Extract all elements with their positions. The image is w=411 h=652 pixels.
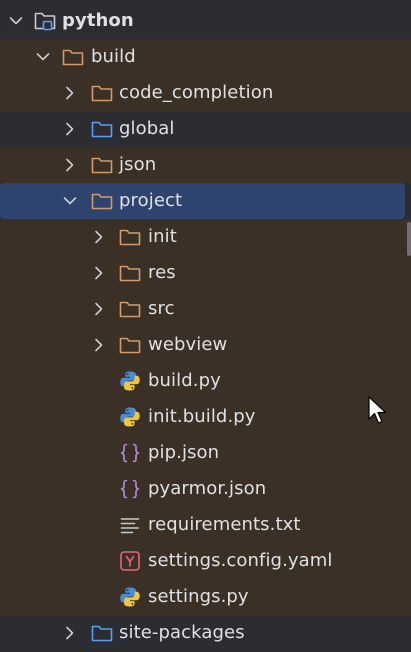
- json-file-icon: [118, 441, 142, 465]
- folder-icon: [118, 333, 142, 357]
- tree-item-global[interactable]: global: [0, 111, 411, 147]
- tree-item-label: settings.py: [148, 586, 249, 607]
- tree-item-res[interactable]: res: [0, 255, 411, 291]
- folder-icon: [90, 81, 114, 105]
- tree-item-requirements-txt[interactable]: requirements.txt: [0, 507, 411, 543]
- folder-icon: [90, 153, 114, 177]
- yaml-file-icon: [118, 549, 142, 573]
- folder-icon: [61, 45, 85, 69]
- tree-item-site-packages[interactable]: site-packages: [0, 615, 411, 651]
- tree-item-label: pyarmor.json: [148, 478, 267, 499]
- tree-item-build-py[interactable]: build.py: [0, 363, 411, 399]
- chevron-right-icon[interactable]: [60, 83, 80, 103]
- tree-item-label: pip.json: [148, 442, 220, 463]
- folder-blue-icon: [90, 621, 114, 645]
- chevron-down-icon[interactable]: [60, 191, 80, 211]
- tree-item-init[interactable]: init: [0, 219, 411, 255]
- tree-item-label: global: [119, 118, 175, 139]
- folder-icon: [90, 189, 114, 213]
- folder-icon: [118, 225, 142, 249]
- python-file-icon: [118, 369, 142, 393]
- chevron-right-icon[interactable]: [89, 335, 109, 355]
- tree-item-webview[interactable]: webview: [0, 327, 411, 363]
- tree-item-settings-config-yaml[interactable]: settings.config.yaml: [0, 543, 411, 579]
- vertical-scrollbar[interactable]: [407, 222, 411, 256]
- project-tree: python build code_completion global json…: [0, 0, 411, 652]
- project-folder-icon: [33, 9, 57, 33]
- tree-item-label: src: [148, 298, 175, 319]
- tree-item-label: webview: [148, 334, 228, 355]
- tree-item-build[interactable]: build: [0, 39, 411, 75]
- chevron-right-icon[interactable]: [89, 299, 109, 319]
- chevron-down-icon[interactable]: [33, 47, 53, 67]
- tree-item-code-completion[interactable]: code_completion: [0, 75, 411, 111]
- tree-item-label: settings.config.yaml: [148, 550, 333, 571]
- tree-item-project[interactable]: project: [0, 183, 405, 219]
- tree-item-label: build.py: [148, 370, 221, 391]
- tree-item-label: init.build.py: [148, 406, 256, 427]
- text-file-icon: [118, 513, 142, 537]
- tree-item-pip-json[interactable]: pip.json: [0, 435, 411, 471]
- tree-item-label: code_completion: [119, 82, 274, 103]
- tree-item-label: init: [148, 226, 177, 247]
- tree-item-label: requirements.txt: [148, 514, 301, 535]
- folder-icon: [118, 261, 142, 285]
- tree-item-label: python: [62, 10, 134, 31]
- chevron-right-icon[interactable]: [89, 227, 109, 247]
- tree-item-pyarmor-json[interactable]: pyarmor.json: [0, 471, 411, 507]
- mouse-cursor-icon: [368, 396, 387, 424]
- tree-item-label: build: [91, 46, 136, 67]
- chevron-down-icon[interactable]: [6, 11, 26, 31]
- tree-item-json[interactable]: json: [0, 147, 411, 183]
- chevron-right-icon[interactable]: [60, 623, 80, 643]
- tree-item-init-build-py[interactable]: init.build.py: [0, 399, 411, 435]
- chevron-right-icon[interactable]: [60, 155, 80, 175]
- json-file-icon: [118, 477, 142, 501]
- python-file-icon: [118, 585, 142, 609]
- tree-item-label: site-packages: [119, 622, 245, 643]
- folder-blue-icon: [90, 117, 114, 141]
- tree-item-label: project: [119, 190, 183, 211]
- chevron-right-icon[interactable]: [60, 119, 80, 139]
- tree-item-label: res: [148, 262, 176, 283]
- tree-item-python[interactable]: python: [0, 3, 411, 39]
- tree-item-settings-py[interactable]: settings.py: [0, 579, 411, 615]
- chevron-right-icon[interactable]: [89, 263, 109, 283]
- folder-icon: [118, 297, 142, 321]
- python-file-icon: [118, 405, 142, 429]
- tree-item-src[interactable]: src: [0, 291, 411, 327]
- tree-item-label: json: [119, 154, 157, 175]
